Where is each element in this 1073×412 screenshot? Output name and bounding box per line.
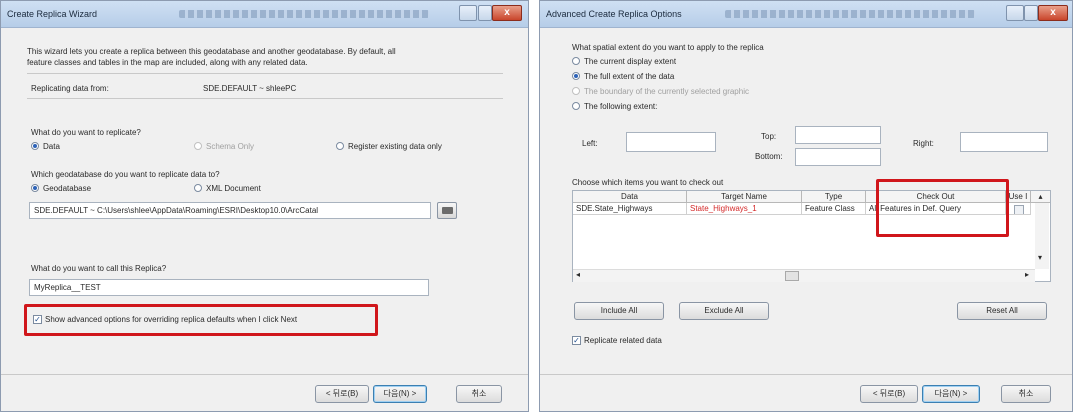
scroll-down-arrow[interactable]: ▾ [1038, 253, 1042, 262]
top-label: Top: [761, 132, 777, 141]
use-i-checkbox[interactable] [1014, 205, 1024, 214]
target-path-field[interactable]: SDE.DEFAULT ~ C:\Users\shlee\AppData\Roa… [29, 202, 431, 219]
top-extent-input[interactable] [795, 126, 881, 144]
radio-register-existing-label[interactable]: Register existing data only [348, 142, 442, 151]
next-button[interactable]: 다음(N) > [373, 385, 427, 403]
radio-geodatabase[interactable] [31, 184, 39, 192]
replicating-from-value: SDE.DEFAULT ~ shleePC [203, 84, 297, 93]
table-cell-use-i[interactable] [1006, 203, 1031, 215]
maximize-button[interactable] [478, 5, 492, 21]
scroll-thumb[interactable] [785, 271, 799, 281]
highlight-box [876, 179, 1009, 237]
radio-full-extent-label[interactable]: The full extent of the data [584, 72, 674, 81]
title-bar-decoration [179, 10, 429, 18]
target-question: Which geodatabase do you want to replica… [31, 170, 220, 179]
radio-following-extent-label[interactable]: The following extent: [584, 102, 657, 111]
divider [27, 98, 503, 99]
title-bar[interactable]: Create Replica Wizard x [1, 1, 528, 28]
right-extent-input[interactable] [960, 132, 1048, 152]
radio-data-label[interactable]: Data [43, 142, 60, 151]
checkout-question: Choose which items you want to check out [572, 178, 724, 187]
left-label: Left: [582, 139, 598, 148]
replicate-question: What do you want to replicate? [31, 128, 141, 137]
column-header-target-name[interactable]: Target Name [687, 191, 802, 203]
replicating-from-label: Replicating data from: [31, 84, 109, 93]
table-cell-data[interactable]: SDE.State_Highways [573, 203, 687, 215]
left-extent-input[interactable] [626, 132, 716, 152]
exclude-all-button[interactable]: Exclude All [679, 302, 769, 320]
highlight-box [24, 304, 378, 336]
right-label: Right: [913, 139, 934, 148]
radio-selected-graphic-label: The boundary of the currently selected g… [584, 87, 749, 96]
replicate-related-checkbox[interactable]: ✓ [572, 336, 581, 345]
next-button[interactable]: 다음(N) > [922, 385, 980, 403]
radio-current-display-extent[interactable] [572, 57, 580, 65]
column-header-type[interactable]: Type [802, 191, 866, 203]
minimize-button[interactable] [1006, 5, 1024, 21]
divider [1, 374, 528, 375]
table-cell-target-name[interactable]: State_Highways_1 [687, 203, 802, 215]
radio-current-display-extent-label[interactable]: The current display extent [584, 57, 676, 66]
radio-data[interactable] [31, 142, 39, 150]
bottom-label: Bottom: [755, 152, 783, 161]
scroll-left-arrow[interactable]: ◂ [576, 270, 580, 279]
radio-xml-document-label[interactable]: XML Document [206, 184, 261, 193]
radio-schema-only [194, 142, 202, 150]
table-cell-type[interactable]: Feature Class [802, 203, 866, 215]
radio-register-existing[interactable] [336, 142, 344, 150]
column-header-use-i[interactable]: Use I [1006, 191, 1031, 203]
extent-question: What spatial extent do you want to apply… [572, 43, 764, 52]
column-header-data[interactable]: Data [573, 191, 687, 203]
radio-selected-graphic [572, 87, 580, 95]
intro-line-2: feature classes and tables in the map ar… [27, 58, 308, 67]
divider [27, 73, 503, 74]
name-question: What do you want to call this Replica? [31, 264, 167, 273]
window-title: Advanced Create Replica Options [546, 9, 682, 19]
radio-xml-document[interactable] [194, 184, 202, 192]
vertical-scrollbar[interactable]: ▾ [1035, 203, 1049, 269]
include-all-button[interactable]: Include All [574, 302, 664, 320]
close-button[interactable]: x [492, 5, 522, 21]
title-bar[interactable]: Advanced Create Replica Options x [540, 1, 1072, 28]
radio-full-extent[interactable] [572, 72, 580, 80]
close-button[interactable]: x [1038, 5, 1068, 21]
scroll-right-arrow[interactable]: ▸ [1025, 270, 1029, 279]
window-title: Create Replica Wizard [7, 9, 98, 19]
replica-name-input[interactable]: MyReplica__TEST [29, 279, 429, 296]
replicate-related-label[interactable]: Replicate related data [584, 336, 662, 345]
scroll-up-arrow[interactable]: ▴ [1031, 191, 1050, 203]
radio-geodatabase-label[interactable]: Geodatabase [43, 184, 91, 193]
horizontal-scrollbar[interactable]: ◂ ▸ [573, 269, 1035, 282]
title-bar-decoration [725, 10, 975, 18]
maximize-button[interactable] [1024, 5, 1038, 21]
back-button[interactable]: < 뒤로(B) [860, 385, 918, 403]
minimize-button[interactable] [459, 5, 477, 21]
browse-button[interactable] [437, 202, 457, 219]
radio-schema-only-label: Schema Only [206, 142, 255, 151]
advanced-replica-options-window: Advanced Create Replica Options x What s… [539, 0, 1073, 412]
cancel-button[interactable]: 취소 [1001, 385, 1051, 403]
intro-line-1: This wizard lets you create a replica be… [27, 47, 396, 56]
radio-following-extent[interactable] [572, 102, 580, 110]
bottom-extent-input[interactable] [795, 148, 881, 166]
folder-icon [442, 207, 453, 214]
cancel-button[interactable]: 취소 [456, 385, 502, 403]
create-replica-wizard-window: Create Replica Wizard x This wizard lets… [0, 0, 529, 412]
reset-all-button[interactable]: Reset All [957, 302, 1047, 320]
divider [540, 374, 1072, 375]
back-button[interactable]: < 뒤로(B) [315, 385, 369, 403]
